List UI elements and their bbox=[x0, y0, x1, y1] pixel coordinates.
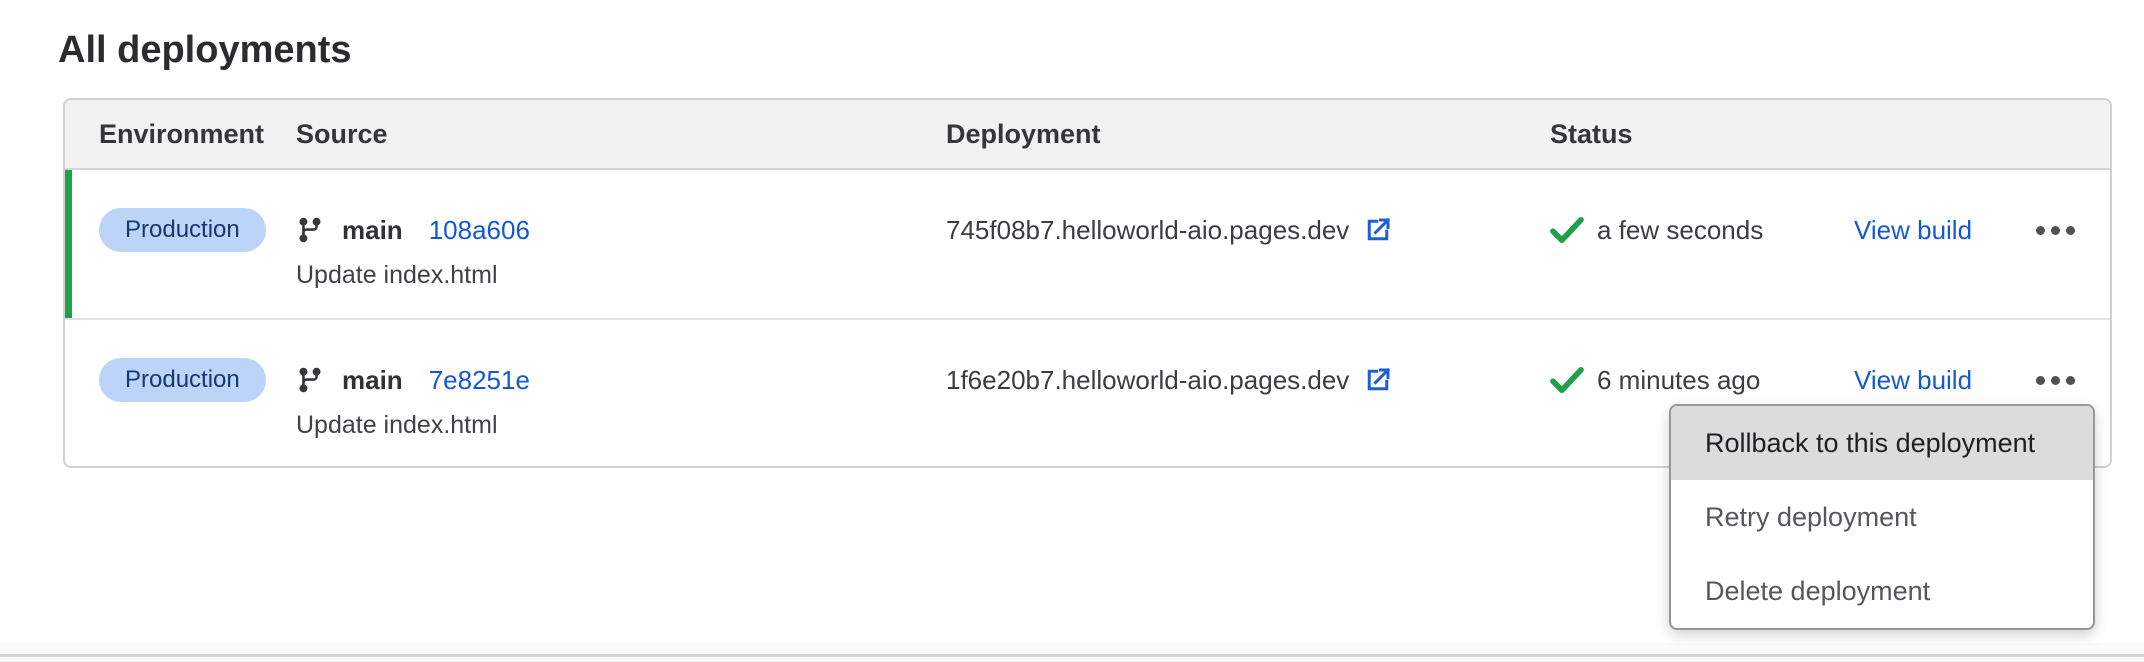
commit-link[interactable]: 7e8251e bbox=[429, 365, 530, 396]
commit-message: Update index.html bbox=[296, 412, 946, 438]
external-link-icon[interactable] bbox=[1363, 215, 1393, 245]
column-header-source: Source bbox=[296, 119, 946, 150]
deployment-context-menu: Rollback to this deployment Retry deploy… bbox=[1669, 404, 2095, 630]
environment-badge: Production bbox=[99, 358, 266, 402]
git-branch-icon bbox=[296, 366, 324, 394]
status-text: 6 minutes ago bbox=[1597, 365, 1760, 396]
environment-cell: Production bbox=[99, 208, 296, 318]
table-header-row: Environment Source Deployment Status bbox=[65, 100, 2110, 170]
git-branch-icon bbox=[296, 216, 324, 244]
more-options-button[interactable] bbox=[2036, 208, 2075, 252]
menu-item-retry[interactable]: Retry deployment bbox=[1671, 480, 2093, 554]
status-text: a few seconds bbox=[1597, 215, 1763, 246]
source-cell: main 108a606 Update index.html bbox=[296, 208, 946, 318]
view-build-cell: View build bbox=[1854, 208, 2036, 318]
column-header-status: Status bbox=[1550, 119, 1854, 150]
environment-cell: Production bbox=[99, 358, 296, 466]
branch-name: main bbox=[342, 215, 403, 246]
commit-message: Update index.html bbox=[296, 262, 946, 288]
external-link-icon[interactable] bbox=[1363, 365, 1393, 395]
check-icon bbox=[1550, 216, 1584, 244]
menu-item-delete[interactable]: Delete deployment bbox=[1671, 554, 2093, 628]
view-build-link[interactable]: View build bbox=[1854, 358, 1972, 402]
deployment-url: 1f6e20b7.helloworld-aio.pages.dev bbox=[946, 365, 1349, 396]
table-row: Production main 108a606 Update index.htm… bbox=[65, 170, 2110, 318]
menu-item-rollback[interactable]: Rollback to this deployment bbox=[1671, 406, 2093, 480]
column-header-environment: Environment bbox=[99, 119, 296, 150]
check-icon bbox=[1550, 366, 1584, 394]
commit-link[interactable]: 108a606 bbox=[429, 215, 530, 246]
source-cell: main 7e8251e Update index.html bbox=[296, 358, 946, 466]
page-title: All deployments bbox=[58, 28, 352, 72]
deployment-cell: 1f6e20b7.helloworld-aio.pages.dev bbox=[946, 358, 1550, 466]
more-cell bbox=[2036, 208, 2077, 318]
bottom-divider bbox=[0, 643, 2144, 662]
status-cell: a few seconds bbox=[1550, 208, 1854, 318]
deployment-cell: 745f08b7.helloworld-aio.pages.dev bbox=[946, 208, 1550, 318]
view-build-link[interactable]: View build bbox=[1854, 208, 1972, 252]
branch-name: main bbox=[342, 365, 403, 396]
deployment-url: 745f08b7.helloworld-aio.pages.dev bbox=[946, 215, 1349, 246]
column-header-deployment: Deployment bbox=[946, 119, 1550, 150]
more-options-button[interactable] bbox=[2036, 358, 2075, 402]
environment-badge: Production bbox=[99, 208, 266, 252]
